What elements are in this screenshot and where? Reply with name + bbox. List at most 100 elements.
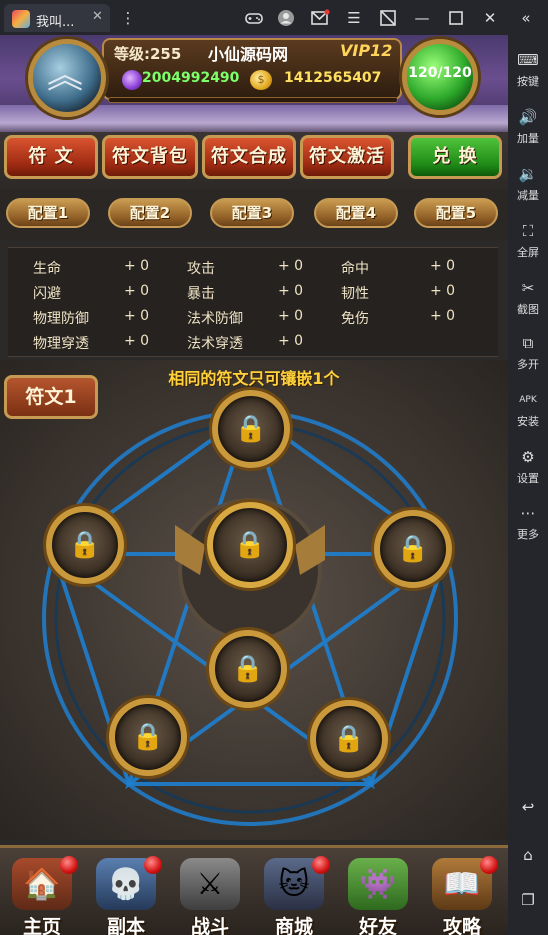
player-name: 小仙源码网 [208,45,289,64]
tab-rune-bag[interactable]: 符文背包 [102,135,198,179]
stat-value: + 0 [278,283,304,299]
config-button-5[interactable]: 配置5 [414,198,498,228]
nav-label: 好友 [358,916,397,935]
tab-exchange[interactable]: 兑 换 [408,135,502,179]
nav-label: 战斗 [190,916,229,935]
app-icon [12,10,30,28]
account-icon[interactable] [276,8,296,28]
stat-value: + 0 [278,258,304,274]
rune-slot-bottom-left[interactable]: 🔒 [109,698,187,776]
tab-rune-synthesis[interactable]: 符文合成 [202,135,296,179]
back-icon: ↩ [521,798,535,816]
android-recent-apps-button[interactable]: ❐ [508,890,548,910]
nav-label: 攻略 [442,916,481,935]
stat-label: 法术防御 [187,311,243,327]
rune-page-label[interactable]: 符文1 [4,375,98,419]
screen-rotate-icon[interactable] [378,8,398,28]
mail-icon[interactable] [310,8,330,28]
stat-label: 暴击 [187,286,215,302]
sidebar-item-label: 更多 [517,528,539,541]
sidebar-item-install-apk[interactable]: APK 安装 [508,390,548,429]
tab-close-icon[interactable]: ✕ [92,9,103,24]
sidebar-item-label: 多开 [517,358,539,371]
gold-coin-icon: $ [250,70,272,90]
lock-icon: 🔒 [131,722,165,752]
stat-value: + 0 [430,308,456,324]
config-button-1[interactable]: 配置1 [6,198,90,228]
config-button-3[interactable]: 配置3 [210,198,294,228]
more-icon: ⋯ [520,504,536,522]
notification-badge [144,856,162,874]
nav-battle[interactable]: ⚔ 战斗 [168,856,252,935]
friends-icon: 👾 [348,858,408,910]
nav-shop[interactable]: 🐱 商城 [252,856,336,935]
stat-value: + 0 [124,308,150,324]
rune-slot-right[interactable]: 🔒 [374,510,452,588]
player-level: 等级:255 [114,45,182,63]
stat-label: 物理穿透 [33,336,89,352]
tab-rune-activate[interactable]: 符文激活 [300,135,394,179]
nav-guide[interactable]: 📖 攻略 [420,856,504,935]
sidebar-item-keymap[interactable]: ⌨ 按键 [508,50,548,89]
lock-icon: 🔒 [396,534,430,564]
app-tab-title: 我叫... [36,15,75,30]
rank-emblem[interactable]: ︽ [28,39,106,117]
fullscreen-icon: ⛶ [522,222,534,240]
collapse-sidebar-icon[interactable]: « [516,8,536,28]
rank-chevron-icon: ︽ [47,55,84,96]
nav-dungeon[interactable]: 💀 副本 [84,856,168,935]
stat-label: 免伤 [341,311,369,327]
lock-icon: 🔒 [332,724,366,754]
rune-tab-bar: 符 文 符文背包 符文合成 符文激活 兑 换 [0,132,508,190]
close-icon[interactable]: ✕ [480,8,500,28]
notification-badge [60,856,78,874]
vip-badge[interactable]: VIP12 [340,41,392,60]
sidebar-item-label: 截图 [517,303,539,316]
stat-label: 生命 [33,261,61,277]
sidebar-item-more[interactable]: ⋯ 更多 [508,503,548,542]
settings-icon: ⚙ [521,448,535,466]
crossed-swords-icon: ⚔ [180,858,240,910]
lock-icon: 🔒 [68,530,102,560]
minimize-icon[interactable]: — [412,8,432,28]
stat-label: 闪避 [33,286,61,302]
maximize-icon[interactable] [446,8,466,28]
stat-value: + 0 [430,258,456,274]
sidebar-item-screenshot[interactable]: ✂ 截图 [508,278,548,317]
rune-slot-left[interactable]: 🔒 [46,506,124,584]
android-home-button[interactable]: ⌂ [508,845,548,865]
sidebar-item-settings[interactable]: ⚙ 设置 [508,447,548,486]
nav-home[interactable]: 🏠 主页 [0,856,84,935]
sidebar-item-volume-down[interactable]: 🔉 减量 [508,164,548,203]
stat-label: 韧性 [341,286,369,302]
gamepad-icon[interactable] [244,8,264,28]
rune-slot-center[interactable]: 🔒 [207,502,293,588]
android-back-button[interactable]: ↩ [508,797,548,817]
sidebar-item-volume-up[interactable]: 🔊 加量 [508,107,548,146]
rune-slot-bottom-right[interactable]: 🔒 [310,700,388,778]
config-button-2[interactable]: 配置2 [108,198,192,228]
menu-icon[interactable]: ☰ [344,8,364,28]
sidebar-item-label: 加量 [517,132,539,145]
keyboard-icon: ⌨ [517,51,539,69]
more-vertical-icon[interactable]: ⋮ [118,8,138,28]
emulator-sidebar: ⌨ 按键 🔊 加量 🔉 减量 ⛶ 全屏 ✂ 截图 ⧉ 多开 APK 安装 ⚙ 设… [508,35,548,935]
stat-value: + 0 [124,333,150,349]
sidebar-item-fullscreen[interactable]: ⛶ 全屏 [508,221,548,260]
stat-value: + 0 [430,283,456,299]
rune-slot-top[interactable]: 🔒 [212,390,290,468]
app-tab[interactable]: 我叫... ✕ [4,4,110,32]
experience-bar [108,97,398,103]
tab-rune[interactable]: 符 文 [4,135,98,179]
config-button-4[interactable]: 配置4 [314,198,398,228]
rune-stats-panel: 生命 + 0 攻击 + 0 命中 + 0 闪避 + 0 暴击 + 0 韧性 + … [8,247,498,357]
stat-value: + 0 [124,283,150,299]
multi-open-icon: ⧉ [522,334,534,352]
rune-slot-middle[interactable]: 🔒 [209,630,287,708]
sidebar-item-multi-open[interactable]: ⧉ 多开 [508,333,548,372]
nav-friends[interactable]: 👾 好友 [336,856,420,935]
recent-apps-icon: ❐ [521,891,535,909]
player-header: ︽ 等级:255 小仙源码网 VIP12 2004992490 $ 141256… [0,35,508,135]
notification-badge [312,856,330,874]
sidebar-item-label: 减量 [517,189,539,202]
